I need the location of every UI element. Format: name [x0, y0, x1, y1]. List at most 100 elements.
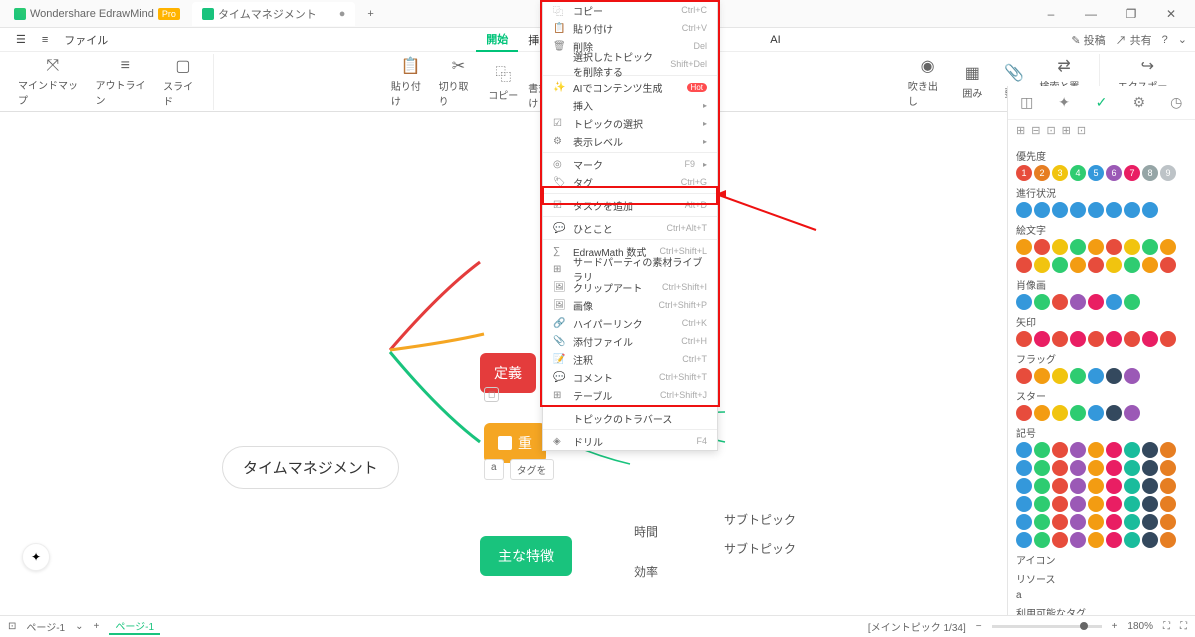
grid-star-6[interactable]	[1124, 405, 1140, 421]
center-node[interactable]: タイムマネジメント	[222, 446, 399, 489]
subtab-4[interactable]: ⊞	[1062, 124, 1071, 137]
grid-emoji-3[interactable]	[1070, 239, 1086, 255]
grid-symbol-44[interactable]	[1160, 514, 1176, 530]
ctx-サードパーティの素材ライブラリ[interactable]: ⊞サードパーティの素材ライブラリ	[543, 260, 717, 278]
grid-arrow-8[interactable]	[1160, 331, 1176, 347]
share-button[interactable]: ↗ 共有	[1116, 32, 1152, 48]
grid-symbol-43[interactable]	[1142, 514, 1158, 530]
grid-portrait-2[interactable]	[1052, 294, 1068, 310]
subtab-1[interactable]: ⊞	[1016, 124, 1025, 137]
grid-emoji-13[interactable]	[1088, 257, 1104, 273]
ctx-コピー[interactable]: ⿻コピーCtrl+C	[543, 1, 717, 19]
grid-symbol-45[interactable]	[1016, 532, 1032, 548]
grid-symbol-24[interactable]	[1124, 478, 1140, 494]
grid-symbol-13[interactable]	[1088, 460, 1104, 476]
grid-star-5[interactable]	[1106, 405, 1122, 421]
grid-emoji-5[interactable]	[1106, 239, 1122, 255]
canvas[interactable]: タイムマネジメント 定義 ◻ 重 a タグを 主な特徴 時間 効率 サブトピック…	[0, 112, 1007, 615]
zoom-slider[interactable]	[992, 625, 1102, 628]
grid-emoji-8[interactable]	[1160, 239, 1176, 255]
grid-symbol-30[interactable]	[1070, 496, 1086, 512]
grid-symbol-20[interactable]	[1052, 478, 1068, 494]
grid-symbol-19[interactable]	[1034, 478, 1050, 494]
grid-portrait-1[interactable]	[1034, 294, 1050, 310]
grid-symbol-26[interactable]	[1160, 478, 1176, 494]
ctx-添付ファイル[interactable]: 📎添付ファイルCtrl+H	[543, 332, 717, 350]
zoom-in-button[interactable]: +	[1112, 621, 1118, 632]
rp-tab-clock[interactable]: ◷	[1164, 94, 1188, 111]
grid-symbol-12[interactable]	[1070, 460, 1086, 476]
grid-emoji-1[interactable]	[1034, 239, 1050, 255]
grid-symbol-52[interactable]	[1142, 532, 1158, 548]
grid-symbol-9[interactable]	[1016, 460, 1032, 476]
grid-symbol-8[interactable]	[1160, 442, 1176, 458]
tab-start[interactable]: 開始	[476, 28, 518, 52]
grid-symbol-25[interactable]	[1142, 478, 1158, 494]
grid-portrait-6[interactable]	[1124, 294, 1140, 310]
grid-symbol-2[interactable]	[1052, 442, 1068, 458]
grid-progress-0[interactable]	[1016, 202, 1032, 218]
ctx-選択したトピックを削除する[interactable]: 選択したトピックを削除するShift+Del	[543, 55, 717, 73]
dash-button[interactable]: –	[1031, 0, 1071, 28]
ctx-トピックのトラバース[interactable]: トピックのトラバース	[543, 409, 717, 427]
grid-priority-6[interactable]: 7	[1124, 165, 1140, 181]
page-menu-icon[interactable]: ⊡	[8, 621, 16, 632]
post-button[interactable]: ✎ 投稿	[1071, 32, 1105, 48]
grid-priority-4[interactable]: 5	[1088, 165, 1104, 181]
grid-symbol-6[interactable]	[1124, 442, 1140, 458]
grid-symbol-18[interactable]	[1016, 478, 1032, 494]
grid-symbol-3[interactable]	[1070, 442, 1086, 458]
ctx-ハイパーリンク[interactable]: 🔗ハイパーリンクCtrl+K	[543, 314, 717, 332]
grid-symbol-32[interactable]	[1106, 496, 1122, 512]
grid-priority-8[interactable]: 9	[1160, 165, 1176, 181]
add-page-button[interactable]: +	[93, 621, 99, 632]
ctx-挿入[interactable]: 挿入▸	[543, 96, 717, 114]
grid-emoji-0[interactable]	[1016, 239, 1032, 255]
grid-star-4[interactable]	[1088, 405, 1104, 421]
grid-star-2[interactable]	[1052, 405, 1068, 421]
grid-symbol-22[interactable]	[1088, 478, 1104, 494]
logo-float-button[interactable]: ✦	[22, 543, 50, 571]
grid-progress-1[interactable]	[1034, 202, 1050, 218]
grid-arrow-2[interactable]	[1052, 331, 1068, 347]
grid-emoji-12[interactable]	[1070, 257, 1086, 273]
ctx-貼り付け[interactable]: 📋貼り付けCtrl+V	[543, 19, 717, 37]
grid-symbol-34[interactable]	[1142, 496, 1158, 512]
grid-symbol-41[interactable]	[1106, 514, 1122, 530]
ctx-画像[interactable]: 🖼画像Ctrl+Shift+P	[543, 296, 717, 314]
grid-symbol-29[interactable]	[1052, 496, 1068, 512]
callout-button[interactable]: ◉吹き出し	[904, 54, 952, 110]
grid-flag-0[interactable]	[1016, 368, 1032, 384]
close-button[interactable]: ✕	[1151, 0, 1191, 28]
grid-symbol-23[interactable]	[1106, 478, 1122, 494]
time-label[interactable]: 時間	[634, 523, 658, 540]
grid-star-3[interactable]	[1070, 405, 1086, 421]
grid-symbol-28[interactable]	[1034, 496, 1050, 512]
grid-portrait-4[interactable]	[1088, 294, 1104, 310]
ctx-注釈[interactable]: 📝注釈Ctrl+T	[543, 350, 717, 368]
grid-arrow-6[interactable]	[1124, 331, 1140, 347]
grid-arrow-5[interactable]	[1106, 331, 1122, 347]
grid-symbol-48[interactable]	[1070, 532, 1086, 548]
grid-arrow-4[interactable]	[1088, 331, 1104, 347]
boundary-button[interactable]: ▦囲み	[951, 54, 993, 110]
grid-emoji-9[interactable]	[1016, 257, 1032, 273]
grid-emoji-6[interactable]	[1124, 239, 1140, 255]
grid-symbol-1[interactable]	[1034, 442, 1050, 458]
grid-flag-2[interactable]	[1052, 368, 1068, 384]
grid-flag-4[interactable]	[1088, 368, 1104, 384]
grid-symbol-5[interactable]	[1106, 442, 1122, 458]
grid-symbol-7[interactable]	[1142, 442, 1158, 458]
grid-progress-4[interactable]	[1088, 202, 1104, 218]
grid-emoji-4[interactable]	[1088, 239, 1104, 255]
subtab-2[interactable]: ⊟	[1031, 124, 1040, 137]
grid-flag-5[interactable]	[1106, 368, 1122, 384]
grid-flag-6[interactable]	[1124, 368, 1140, 384]
grid-emoji-10[interactable]	[1034, 257, 1050, 273]
burger2-button[interactable]: ≡	[34, 34, 56, 46]
minimize-button[interactable]: —	[1071, 0, 1111, 28]
grid-priority-5[interactable]: 6	[1106, 165, 1122, 181]
tag-a[interactable]: a	[484, 459, 504, 480]
ctx-タスクを追加[interactable]: ☑タスクを追加Alt+D	[543, 196, 717, 214]
rp-tab-spark[interactable]: ✦	[1052, 94, 1076, 111]
